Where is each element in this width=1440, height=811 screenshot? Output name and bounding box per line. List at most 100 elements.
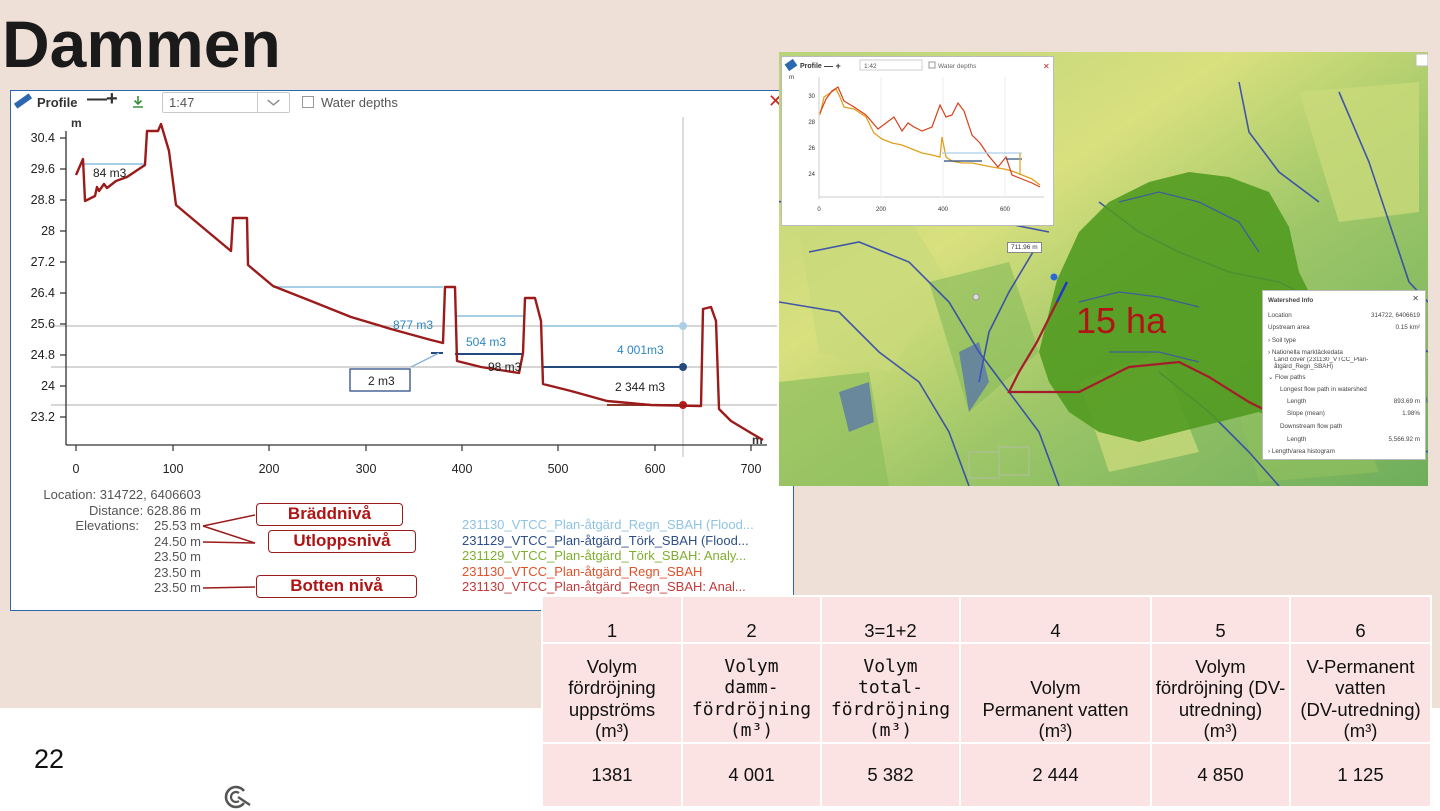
watershed-histogram[interactable]: › Length/area histogram	[1268, 448, 1335, 455]
info-elevation: 23.50 m	[154, 580, 201, 595]
y-tick-label: 23.2	[31, 410, 55, 424]
map-marker-icon	[972, 293, 980, 301]
info-location: Location: 314722, 6406603	[43, 487, 201, 502]
header-line: Volym	[1030, 677, 1081, 699]
table-row-values: 1381 4 001 5 382 2 444 4 850 1 125	[541, 742, 1432, 808]
inset-water-depths-checkbox[interactable]	[928, 61, 936, 69]
header-line: Volym	[863, 655, 918, 677]
page-number: 22	[34, 744, 65, 774]
watershed-land-cover: Land cover (231130_VTCC_Plan-åtgärd_Regn…	[1274, 357, 1369, 370]
y-tick-label: 25.6	[31, 317, 55, 331]
x-tick-label: 700	[741, 462, 762, 476]
watershed-length-value: 893.69 m	[1393, 398, 1420, 405]
table-cell-value: 4 850	[1150, 742, 1291, 808]
column-number: 1	[541, 595, 683, 644]
header-line: (m³)	[595, 720, 629, 742]
land-cover-group-label: Nationella marktäckedata	[1271, 349, 1343, 356]
layer-entry: 231129_VTCC_Plan-åtgärd_Törk_SBAH: Analy…	[462, 548, 747, 563]
header-line: Volym	[724, 655, 779, 677]
volume-label-2: 2 m3	[368, 374, 395, 388]
header-line: (DV-utredning)	[1300, 698, 1421, 720]
x-tick-label: 100	[163, 462, 184, 476]
watershed-upstream-label: Upstream area	[1268, 324, 1310, 331]
watershed-downstream-header: Downstream flow path	[1280, 423, 1343, 430]
x-tick-labels: 0 100 200 300 400 500 600 700	[73, 445, 762, 476]
watershed-down-length-value: 5,566.92 m	[1388, 436, 1420, 443]
inset-y-tick: 28	[808, 120, 815, 126]
x-tick-label: 200	[259, 462, 280, 476]
table-row-headers: Volym fördröjning uppströms (m³) Volym d…	[541, 642, 1432, 744]
watershed-info-panel: Watershed Info ✕ Location 314722, 640661…	[1262, 290, 1426, 460]
y-axis-unit: m	[71, 116, 82, 130]
inset-terrain-line-orange	[819, 88, 1041, 186]
y-tick-label: 28.8	[31, 193, 55, 207]
header-line: Permanent vatten	[982, 698, 1129, 720]
slide-title: Dammen	[2, 7, 281, 81]
profile-panel: Profile — + 1:47 Water depths ✕ m m 30.4…	[10, 88, 794, 611]
inset-y-tick: 26	[808, 146, 815, 152]
volume-label-98: 98 m3	[488, 360, 522, 374]
flow-paths-label: Flow paths	[1275, 374, 1306, 381]
header-line: fördröjning	[830, 698, 951, 720]
inset-y-tick: 30	[808, 94, 815, 100]
inset-x-tick: 600	[1000, 207, 1011, 213]
table-cell-value: 4 001	[681, 742, 822, 808]
watershed-close-icon[interactable]: ✕	[1412, 294, 1419, 303]
header-line: damm-	[724, 677, 779, 699]
table-row-numbers: 1 2 3=1+2 4 5 6	[541, 595, 1432, 644]
column-header: V-Permanent vatten (DV-utredning) (m³)	[1289, 642, 1432, 744]
column-number: 6	[1289, 595, 1432, 644]
info-elevations-label: Elevations:	[75, 518, 139, 533]
x-tick-label: 500	[548, 462, 569, 476]
distance-tag: 711.96 m	[1007, 242, 1042, 253]
callout-braddniva: Bräddnivå	[256, 503, 403, 526]
watershed-longest-header: Longest flow path in watershed	[1280, 386, 1367, 393]
header-line: vatten	[1335, 677, 1386, 699]
level-marker-overflow	[679, 322, 687, 330]
callout-utloppsniva: Utloppsnivå	[268, 530, 416, 553]
logo-icon	[224, 785, 251, 809]
watershed-slope-label: Slope (mean)	[1287, 410, 1325, 417]
inset-y-tick: 24	[808, 172, 815, 178]
header-line: total-	[857, 677, 924, 699]
column-number: 3=1+2	[820, 595, 961, 644]
inset-scale-value: 1:42	[864, 63, 877, 70]
watershed-land-cover-group[interactable]: › Nationella marktäckedata	[1268, 349, 1343, 356]
header-line: (m³)	[1343, 720, 1378, 742]
header-line: (m³)	[1038, 720, 1073, 742]
inset-profile-chart: Profile — + 1:42 Water depths ✕ m 30 28 …	[784, 58, 1050, 213]
header-line: uppströms	[568, 698, 656, 720]
header-line: (m³)	[729, 720, 774, 742]
volume-table: 1 2 3=1+2 4 5 6 Volym fördröjning uppstr…	[541, 595, 1432, 808]
watershed-location-value: 314722, 6406619	[1370, 312, 1420, 319]
y-tick-label: 24.8	[31, 348, 55, 362]
watershed-soil-type[interactable]: › Soil type	[1268, 337, 1296, 344]
header-line: fördröjning	[691, 698, 812, 720]
watershed-title: Watershed Info	[1268, 297, 1314, 304]
map-expand-button[interactable]	[1415, 53, 1428, 67]
volume-label-84: 84 m3	[93, 166, 127, 180]
table-cell-value: 2 444	[959, 742, 1152, 808]
layer-entry: 231130_VTCC_Plan-åtgärd_Regn_SBAH	[462, 563, 703, 579]
header-line: (m³)	[868, 720, 913, 742]
header-line: (m³)	[1203, 720, 1238, 742]
table-cell-value: 5 382	[820, 742, 961, 808]
volume-label-4001: 4 001m3	[617, 343, 664, 357]
header-line: Volym	[1195, 655, 1246, 677]
column-number: 4	[959, 595, 1152, 644]
column-header: Volym fördröjning (DV- utredning) (m³)	[1150, 642, 1291, 744]
volume-label-504: 504 m3	[466, 335, 506, 349]
x-tick-label: 600	[645, 462, 666, 476]
x-tick-label: 400	[452, 462, 473, 476]
header-line: V-Permanent	[1306, 655, 1415, 677]
inset-x-tick: 400	[938, 207, 949, 213]
info-distance: Distance: 628.86 m	[88, 502, 201, 518]
watershed-slope-value: 1.98%	[1402, 410, 1420, 417]
watershed-flow-paths[interactable]: ⌄ Flow paths	[1268, 374, 1305, 381]
histogram-label: Length/area histogram	[1271, 448, 1335, 455]
inset-close-icon[interactable]: ✕	[1043, 62, 1050, 71]
soil-type-label: Soil type	[1271, 337, 1297, 344]
info-elevation: 24.50 m	[154, 533, 201, 549]
column-header: Volym damm- fördröjning (m³)	[681, 642, 822, 744]
inset-y-unit: m	[789, 75, 794, 81]
